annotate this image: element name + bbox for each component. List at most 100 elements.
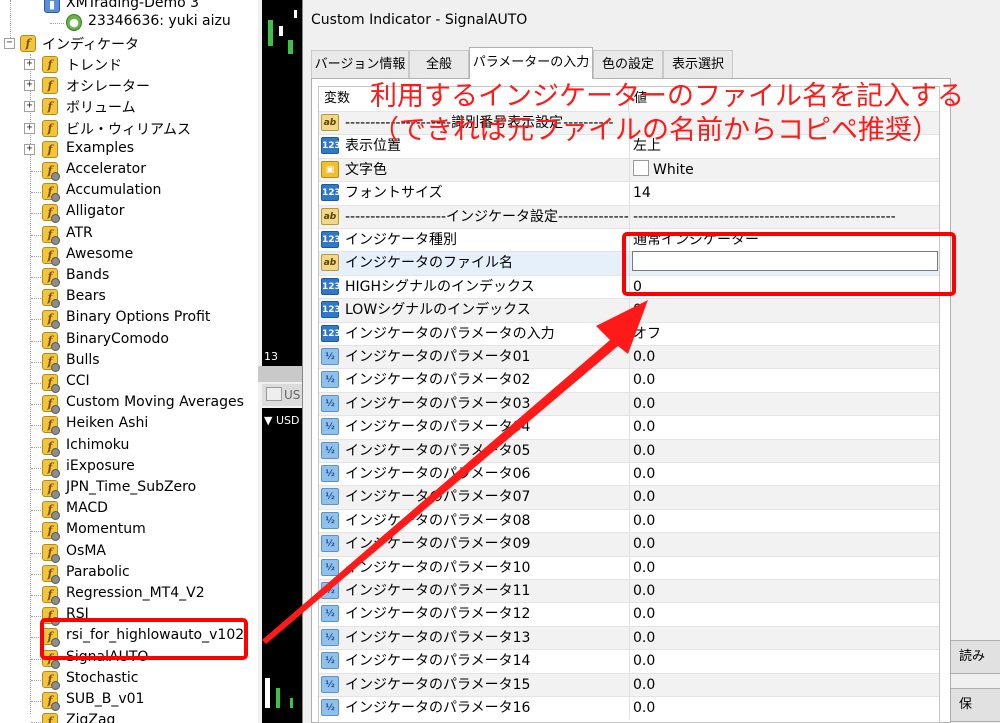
tree-line: [31, 319, 41, 321]
indicator-icon: f: [42, 162, 60, 181]
tree-indicator-item[interactable]: f CCI: [0, 372, 258, 393]
tree-indicator-item[interactable]: f Bands: [0, 266, 258, 287]
parameter-row[interactable]: ½ インジケータのパラメータ10 0.0: [319, 555, 939, 580]
parameter-value[interactable]: オフ: [633, 323, 661, 346]
parameter-value[interactable]: 14: [633, 182, 651, 205]
tree-indicator-item[interactable]: f iExposure: [0, 457, 258, 478]
parameter-value[interactable]: 0.0: [633, 486, 655, 509]
tab-version-info[interactable]: バージョン情報: [311, 50, 409, 78]
parameter-row[interactable]: ½ インジケータのパラメータ11 0.0: [319, 579, 939, 603]
parameter-row[interactable]: ½ インジケータのパラメータ06 0.0: [319, 462, 939, 486]
tree-indicator-item[interactable]: f Accumulation: [0, 181, 258, 203]
tree-indicator-item[interactable]: f Ichimoku: [0, 436, 258, 457]
tree-folder[interactable]: + f ボリューム: [0, 96, 258, 117]
tree-indicator-item[interactable]: f Parabolic: [0, 563, 258, 584]
tab-input-parameters[interactable]: パラメーターの入力: [469, 47, 593, 79]
tab-general[interactable]: 全般: [409, 50, 469, 78]
parameter-row[interactable]: ½ インジケータのパラメータ13 0.0: [319, 625, 939, 650]
parameter-row[interactable]: 123 インジケータのパラメータの入力 オフ: [319, 321, 939, 346]
collapse-icon[interactable]: −: [4, 38, 15, 49]
parameter-value[interactable]: 0.0: [633, 393, 655, 416]
expand-icon[interactable]: +: [24, 101, 35, 113]
parameter-row[interactable]: ½ インジケータのパラメータ03 0.0: [319, 391, 939, 416]
parameter-value[interactable]: 0.0: [633, 369, 655, 392]
tree-folder[interactable]: + f Examples: [0, 139, 258, 160]
tree-folder[interactable]: + f オシレーター: [0, 75, 258, 96]
parameter-row[interactable]: ▣ 文字色 White: [319, 157, 939, 182]
tree-indicator-item[interactable]: f Awesome: [0, 245, 258, 266]
save-button[interactable]: 保: [950, 688, 1000, 722]
parameter-row[interactable]: ½ インジケータのパラメータ02 0.0: [319, 368, 939, 392]
parameter-type-icon: ½: [321, 558, 339, 576]
tree-indicator-item[interactable]: f Bulls: [0, 351, 258, 372]
parameter-row[interactable]: ab --------------------インジケータ設定----------…: [319, 204, 939, 229]
parameter-row[interactable]: ½ インジケータのパラメータ04 0.0: [319, 415, 939, 439]
chart-window-top[interactable]: [262, 0, 302, 350]
expand-icon[interactable]: +: [24, 59, 35, 70]
account-user-row[interactable]: ● 23346636: yuki aizu: [0, 12, 258, 33]
parameter-row[interactable]: ½ インジケータのパラメータ09 0.0: [319, 532, 939, 556]
parameter-value[interactable]: 0.0: [633, 627, 655, 650]
parameter-value[interactable]: 0.0: [633, 603, 655, 626]
parameter-value[interactable]: 0.0: [633, 463, 655, 486]
parameter-value[interactable]: 0.0: [633, 580, 655, 603]
chart-symbol[interactable]: ▼ USD: [264, 414, 299, 427]
parameter-value[interactable]: ----------------------------------------…: [633, 206, 896, 229]
tree-indicator-label: CCI: [66, 373, 90, 389]
parameter-value[interactable]: 0.0: [633, 697, 655, 720]
expand-icon[interactable]: +: [24, 80, 35, 92]
tree-indicator-item[interactable]: f Stochastic: [0, 669, 258, 690]
parameter-row[interactable]: ½ インジケータのパラメータ14 0.0: [319, 649, 939, 673]
tree-indicator-item[interactable]: f Regression_MT4_V2: [0, 584, 258, 605]
tree-indicator-item[interactable]: f Heiken Ashi: [0, 414, 258, 436]
parameter-value[interactable]: 0.0: [633, 416, 655, 439]
expand-icon[interactable]: +: [24, 143, 35, 155]
parameter-row[interactable]: ½ インジケータのパラメータ07 0.0: [319, 485, 939, 509]
parameter-value[interactable]: 0.0: [633, 510, 655, 533]
tree-indicator-item[interactable]: f Alligator: [0, 202, 258, 224]
parameter-row[interactable]: 123 LOWシグナルのインデックス 0: [319, 298, 939, 322]
parameter-row[interactable]: ½ インジケータのパラメータ12 0.0: [319, 602, 939, 626]
parameter-value[interactable]: 0.0: [633, 650, 655, 673]
parameter-row[interactable]: 123 フォントサイズ 14: [319, 181, 939, 205]
tree-indicator-item[interactable]: f Binary Options Profit: [0, 308, 258, 330]
parameter-value[interactable]: 0.0: [633, 440, 655, 463]
tree-indicator-item[interactable]: f ZigZag: [0, 711, 258, 723]
tree-indicator-item[interactable]: f JPN_Time_SubZero: [0, 478, 258, 499]
column-divider: [629, 697, 630, 720]
tree-root-indicators[interactable]: − f インディケータ: [0, 33, 258, 54]
tab-colors[interactable]: 色の設定: [593, 50, 663, 78]
parameter-value[interactable]: 0.0: [633, 533, 655, 556]
tree-indicator-item[interactable]: f MACD: [0, 499, 258, 521]
tree-indicator-item[interactable]: f OsMA: [0, 542, 258, 563]
column-divider: [629, 392, 630, 416]
tree-folder[interactable]: + f ビル・ウィリアムス: [0, 118, 258, 139]
parameter-value[interactable]: White: [633, 159, 694, 182]
tree-indicator-label: Custom Moving Averages: [66, 394, 244, 411]
tree-line: [31, 255, 41, 257]
chart-tab[interactable]: US: [262, 384, 302, 406]
parameter-value[interactable]: 0.0: [633, 346, 655, 369]
tree-indicator-item[interactable]: f SUB_B_v01: [0, 690, 258, 711]
parameter-value[interactable]: 0.0: [633, 674, 655, 697]
parameter-value[interactable]: 0.0: [633, 557, 655, 580]
chart-window-bottom[interactable]: [262, 408, 302, 723]
column-divider: [629, 509, 630, 533]
tree-indicator-item[interactable]: f Custom Moving Averages: [0, 393, 258, 415]
tree-indicator-item[interactable]: f Momentum: [0, 520, 258, 542]
tab-visualization[interactable]: 表示選択: [663, 50, 733, 78]
parameter-row[interactable]: ½ インジケータのパラメータ05 0.0: [319, 438, 939, 463]
load-button[interactable]: 読み: [950, 640, 1000, 674]
tree-indicator-item[interactable]: f ATR: [0, 224, 258, 245]
expand-icon[interactable]: +: [24, 122, 35, 134]
tree-indicator-item[interactable]: f Accelerator: [0, 160, 258, 181]
parameter-row[interactable]: ½ インジケータのパラメータ16 0.0: [319, 696, 939, 720]
tree-folder[interactable]: + f トレンド: [0, 54, 258, 75]
tree-indicator-item[interactable]: f Bears: [0, 287, 258, 309]
color-swatch[interactable]: [633, 159, 649, 176]
parameter-row[interactable]: ½ インジケータのパラメータ01 0.0: [319, 345, 939, 369]
parameter-value[interactable]: 0: [633, 299, 642, 322]
parameter-row[interactable]: ½ インジケータのパラメータ08 0.0: [319, 508, 939, 533]
tree-indicator-item[interactable]: f BinaryComodo: [0, 330, 258, 351]
parameter-row[interactable]: ½ インジケータのパラメータ15 0.0: [319, 672, 939, 697]
